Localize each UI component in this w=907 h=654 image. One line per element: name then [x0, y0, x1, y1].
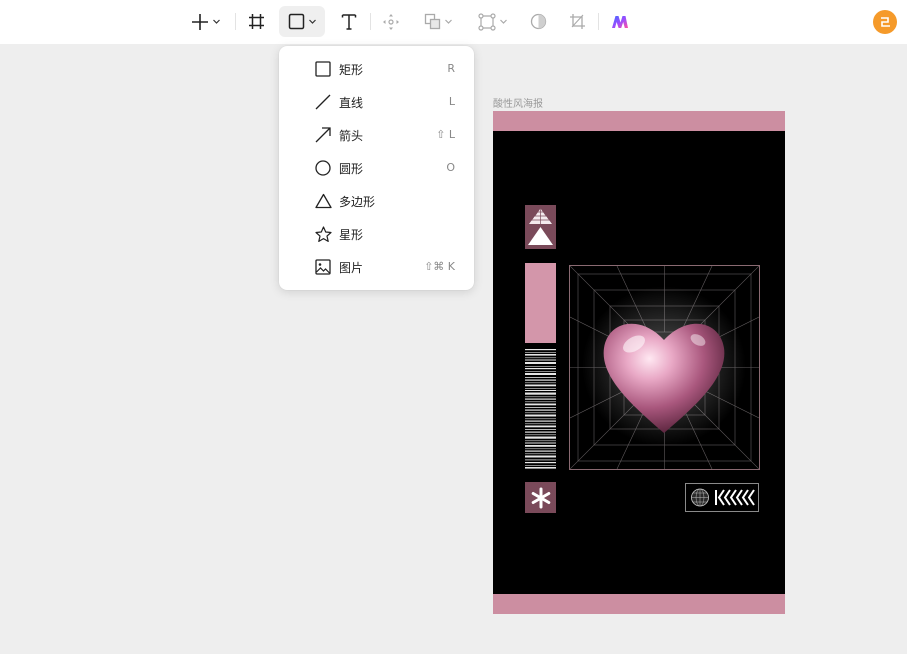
crop-tool-button[interactable] — [566, 6, 588, 37]
shape-dropdown-menu: 矩形 R 直线 L 箭头 ⇧ L 圆形 O 多边形 星形 图片 ⇧⌘ K — [279, 46, 474, 290]
menu-item-shortcut: R — [447, 62, 455, 75]
menu-item-polygon[interactable]: 多边形 — [279, 184, 474, 217]
menu-item-shortcut: ⇧ L — [436, 128, 455, 141]
chevron-down-icon — [213, 19, 220, 24]
globe-chevrons-icon — [691, 488, 755, 507]
user-avatar-icon — [881, 17, 890, 27]
boolean-icon — [424, 13, 440, 30]
text-tool-button[interactable] — [338, 6, 360, 37]
heart-artwork — [569, 265, 760, 470]
asterisk-graphic — [525, 482, 556, 513]
mask-icon — [530, 13, 546, 30]
menu-item-label: 矩形 — [339, 63, 364, 77]
image-icon — [314, 258, 332, 276]
arrow-icon — [314, 126, 332, 144]
menu-item-label: 星形 — [339, 228, 364, 242]
menu-item-shortcut: O — [446, 161, 455, 174]
menu-item-label: 多边形 — [339, 195, 376, 209]
chevron-down-icon — [308, 19, 316, 24]
pyramid-icon — [528, 207, 553, 245]
menu-item-rectangle[interactable]: 矩形 R — [279, 52, 474, 85]
barcode-graphic — [525, 349, 556, 469]
component-tool-button[interactable] — [474, 6, 512, 37]
rectangle-icon — [314, 60, 332, 78]
star-icon — [314, 225, 332, 243]
menu-item-label: 圆形 — [339, 162, 364, 176]
toolbar-divider — [370, 13, 371, 30]
text-icon — [341, 14, 357, 30]
circle-icon — [314, 159, 332, 177]
line-icon — [314, 93, 332, 111]
top-pink-band — [493, 111, 785, 131]
crop-icon — [569, 14, 585, 29]
move-icon — [383, 13, 399, 30]
menu-item-star[interactable]: 星形 — [279, 217, 474, 250]
globe-chevron-badge — [685, 483, 759, 512]
move-tool-button[interactable] — [380, 6, 402, 37]
chevron-down-icon — [500, 19, 507, 24]
chevron-down-icon — [444, 19, 452, 24]
frame-label[interactable]: 酸性风海报 — [493, 95, 543, 110]
menu-item-circle[interactable]: 圆形 O — [279, 151, 474, 184]
asterisk-icon — [531, 487, 550, 508]
menu-item-arrow[interactable]: 箭头 ⇧ L — [279, 118, 474, 151]
ai-logo-icon — [612, 15, 628, 28]
add-tool-button[interactable] — [186, 6, 226, 37]
menu-item-label: 图片 — [339, 261, 364, 275]
triangle-graphic — [525, 205, 556, 249]
mask-tool-button[interactable] — [527, 6, 549, 37]
menu-item-shortcut: ⇧⌘ K — [424, 260, 455, 273]
pink-block — [525, 263, 556, 343]
rectangle-icon — [288, 13, 304, 30]
triangle-icon — [314, 192, 332, 210]
menu-item-label: 直线 — [339, 96, 364, 110]
user-avatar[interactable] — [873, 10, 897, 34]
menu-item-line[interactable]: 直线 L — [279, 85, 474, 118]
plus-icon — [192, 13, 208, 30]
frame-tool-button[interactable] — [244, 6, 268, 37]
top-toolbar — [0, 0, 907, 44]
heart-grid-image — [569, 265, 760, 470]
poster-frame[interactable] — [493, 111, 785, 614]
boolean-tool-button[interactable] — [419, 6, 457, 37]
toolbar-divider — [598, 13, 599, 30]
frame-icon — [248, 14, 264, 29]
toolbar-divider — [235, 13, 236, 30]
ai-tool-button[interactable] — [608, 6, 632, 37]
menu-item-shortcut: L — [448, 95, 455, 108]
menu-item-image[interactable]: 图片 ⇧⌘ K — [279, 250, 474, 283]
shape-tool-button[interactable] — [279, 6, 325, 37]
component-icon — [478, 12, 496, 31]
menu-item-label: 箭头 — [339, 129, 364, 143]
bottom-pink-band — [493, 594, 785, 614]
